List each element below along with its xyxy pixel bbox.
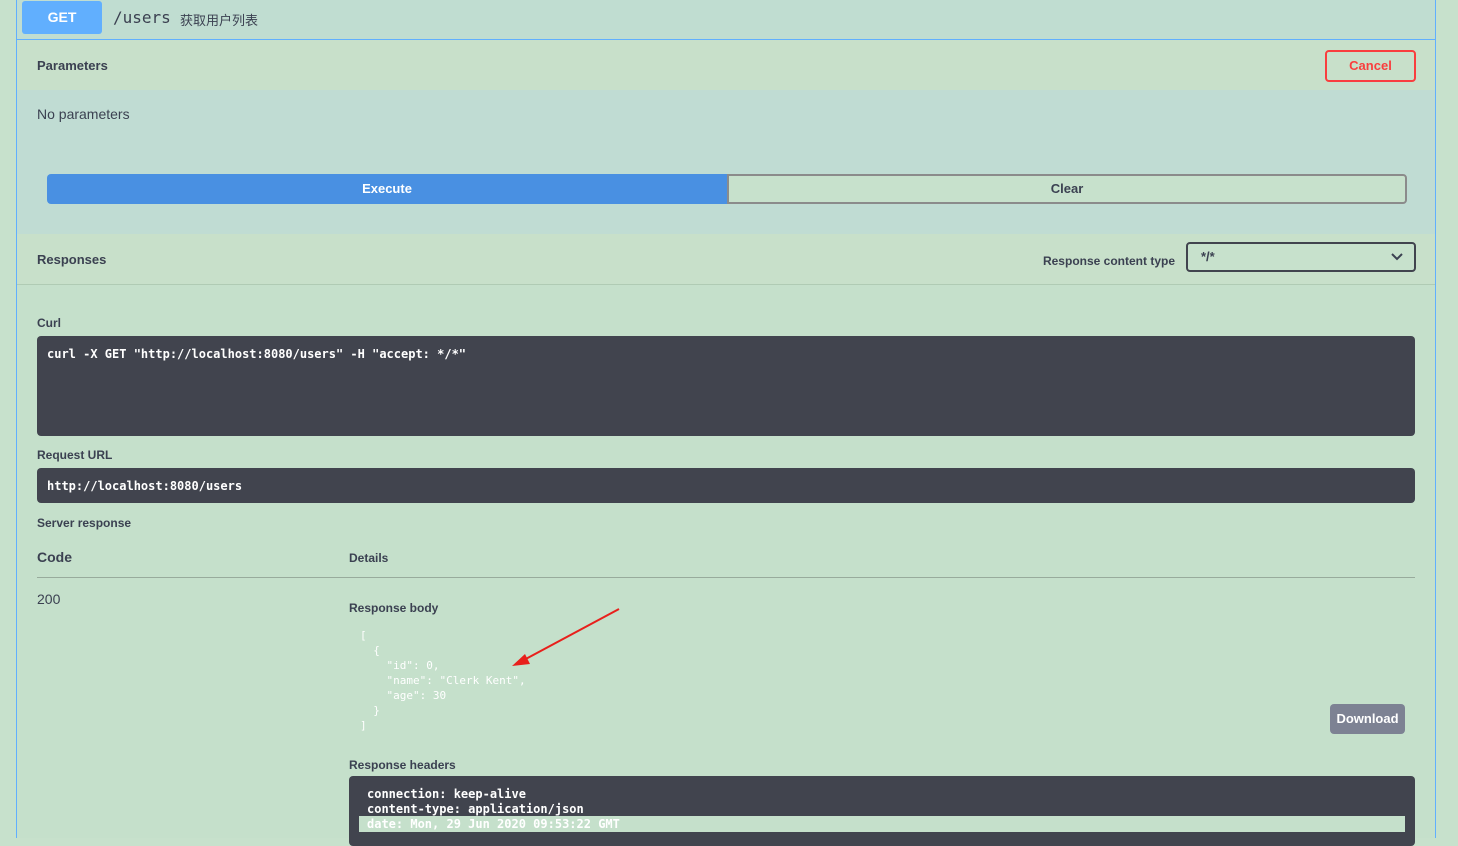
annotation-arrow-icon	[512, 608, 620, 666]
